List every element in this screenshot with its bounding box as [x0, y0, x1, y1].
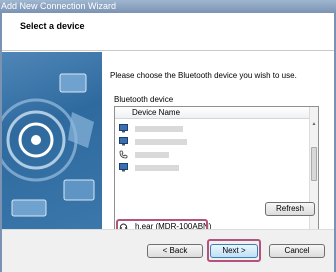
- window-title: Add New Connection Wizard: [0, 0, 336, 13]
- wizard-footer: < Back Next > Cancel: [2, 229, 334, 272]
- device-name-redacted: [135, 152, 169, 158]
- scrollbar[interactable]: ▲ ▼: [309, 107, 318, 248]
- list-item[interactable]: [119, 149, 304, 160]
- phone-icon: [119, 150, 128, 159]
- device-group-label: Bluetooth device: [114, 95, 174, 104]
- next-button[interactable]: Next >: [210, 244, 258, 258]
- scroll-thumb[interactable]: [311, 147, 317, 181]
- bluetooth-illustration-icon: [2, 73, 95, 217]
- instruction-text: Please choose the Bluetooth device you w…: [110, 71, 297, 80]
- scroll-up-icon[interactable]: ▲: [311, 121, 317, 127]
- monitor-icon: [119, 137, 128, 146]
- list-item[interactable]: [119, 162, 304, 173]
- device-name-redacted: [135, 139, 187, 145]
- monitor-icon: [119, 124, 128, 133]
- list-item[interactable]: [119, 123, 304, 134]
- cancel-button[interactable]: Cancel: [269, 244, 325, 258]
- page-title: Select a device: [20, 21, 85, 31]
- wizard-header: Select a device: [2, 13, 334, 51]
- wizard-illustration: [2, 52, 102, 229]
- monitor-icon: [119, 163, 128, 172]
- column-header-device-name[interactable]: Device Name: [115, 107, 309, 119]
- refresh-button[interactable]: Refresh: [265, 202, 315, 216]
- device-name-redacted: [135, 126, 183, 132]
- list-item[interactable]: [119, 136, 304, 147]
- back-button[interactable]: < Back: [147, 244, 203, 258]
- device-name-redacted: [135, 165, 179, 171]
- device-list[interactable]: Device Name h.ear (MDR-100ABN) ▲: [114, 106, 319, 249]
- wizard-content: Please choose the Bluetooth device you w…: [102, 52, 334, 249]
